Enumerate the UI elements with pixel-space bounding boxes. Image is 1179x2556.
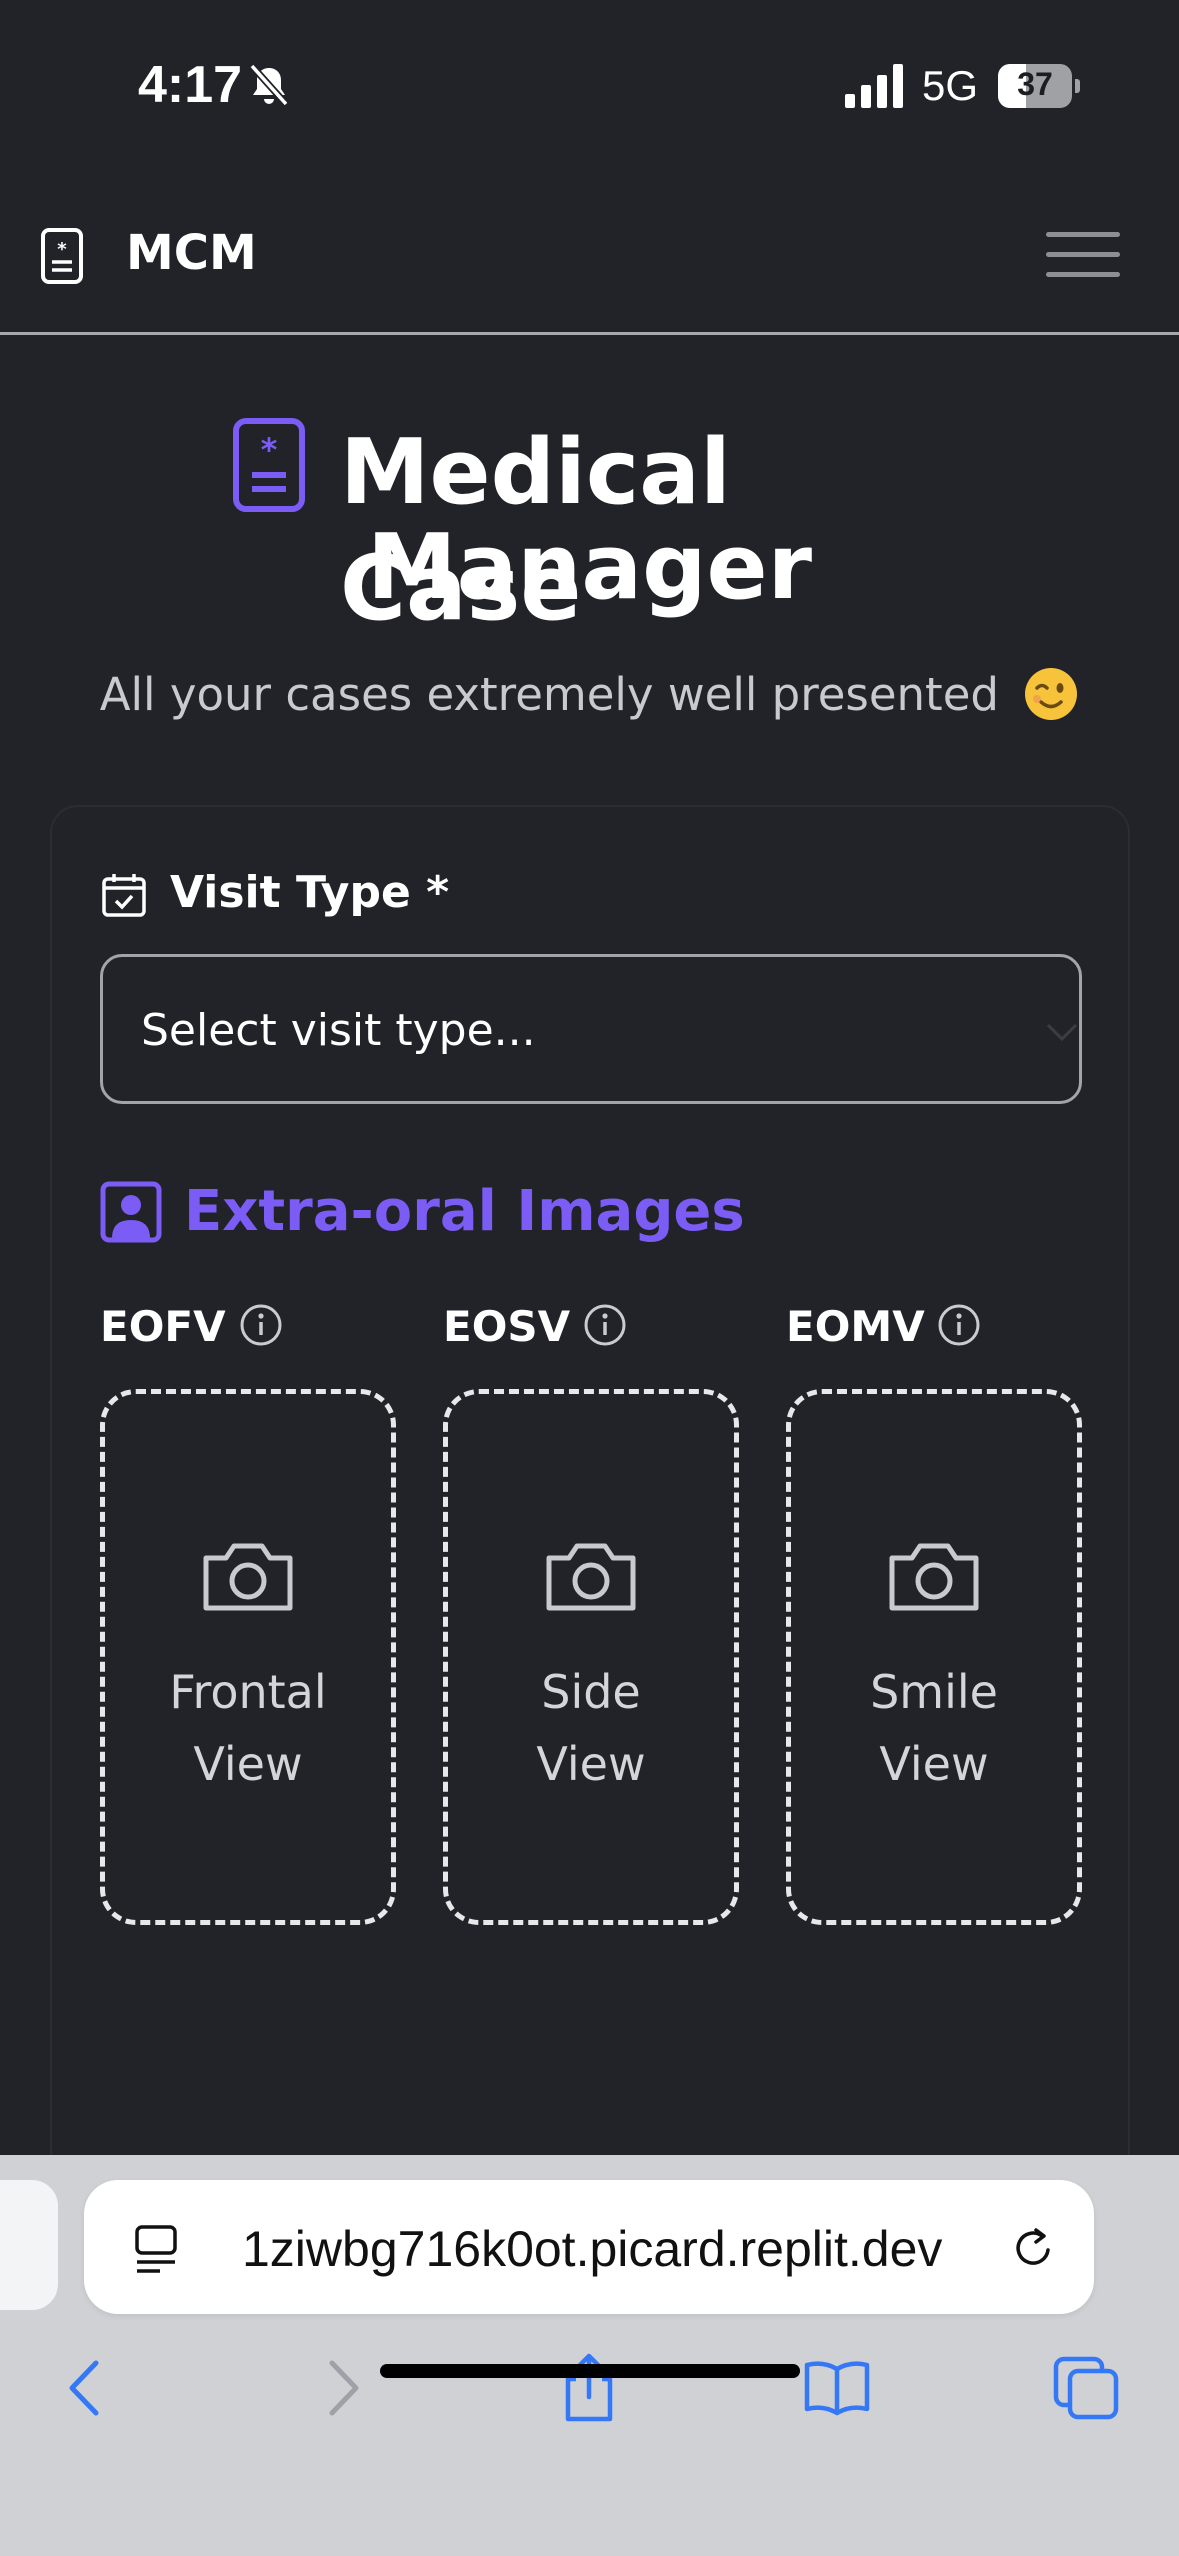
- medical-badge-icon: *: [233, 418, 305, 512]
- battery-indicator: 37: [998, 64, 1080, 108]
- url-text[interactable]: 1ziwbg716k0ot.picard.replit.dev: [242, 2220, 1062, 2278]
- reload-icon[interactable]: [1010, 2224, 1058, 2272]
- status-bar: 4:17 5G 37: [0, 0, 1179, 175]
- case-form-card: Visit Type * Select visit type... Extra-…: [50, 805, 1130, 2225]
- camera-icon: [203, 1543, 293, 1611]
- tile-caption-line1: Smile: [870, 1665, 998, 1719]
- hamburger-icon[interactable]: [1046, 230, 1120, 280]
- upload-smile-view[interactable]: Smile View: [786, 1389, 1082, 1925]
- visit-type-label: Visit Type *: [170, 867, 450, 918]
- page-title-line2: Manager: [367, 515, 812, 620]
- image-code-label: EOSV: [443, 1302, 571, 1351]
- browser-toolbar: 1ziwbg716k0ot.picard.replit.dev: [0, 2155, 1179, 2556]
- info-icon[interactable]: [582, 1302, 628, 1348]
- calendar-check-icon: [102, 874, 146, 917]
- network-type: 5G: [922, 62, 979, 109]
- status-time: 4:17: [138, 56, 243, 114]
- tile-caption-line1: Frontal: [169, 1665, 327, 1719]
- image-code-label: EOFV: [100, 1302, 226, 1351]
- tile-caption-line2: View: [879, 1737, 989, 1791]
- address-bar[interactable]: 1ziwbg716k0ot.picard.replit.dev: [84, 2180, 1094, 2314]
- page-subtitle: All your cases extremely well presented: [0, 668, 1179, 726]
- cellular-signal-icon: [845, 64, 903, 108]
- home-indicator: [380, 2364, 800, 2378]
- info-icon[interactable]: [238, 1302, 284, 1348]
- camera-icon: [546, 1543, 636, 1611]
- chevron-down-icon: [1046, 1023, 1078, 1042]
- image-code-label: EOMV: [786, 1302, 925, 1351]
- camera-icon: [889, 1543, 979, 1611]
- bell-slash-icon: [249, 63, 289, 107]
- visit-type-placeholder: Select visit type...: [141, 1005, 536, 1056]
- upload-frontal-view[interactable]: Frontal View: [100, 1389, 396, 1925]
- section-title: Extra-oral Images: [184, 1179, 745, 1244]
- tabs-icon[interactable]: [1052, 2353, 1122, 2423]
- brand-name[interactable]: MCM: [126, 225, 257, 281]
- tile-caption: Frontal View: [105, 1656, 391, 1800]
- forward-icon[interactable]: [306, 2353, 376, 2423]
- bookmarks-icon[interactable]: [802, 2353, 872, 2423]
- navbar: * MCM: [0, 175, 1179, 335]
- tile-caption-line1: Side: [541, 1665, 641, 1719]
- tile-caption-line2: View: [193, 1737, 303, 1791]
- subtitle-text: All your cases extremely well presented: [99, 668, 999, 721]
- visit-type-select[interactable]: Select visit type...: [100, 954, 1082, 1104]
- person-portrait-icon: [100, 1181, 162, 1243]
- info-icon[interactable]: [936, 1302, 982, 1348]
- back-icon[interactable]: [52, 2353, 122, 2423]
- tile-caption: Side View: [448, 1656, 734, 1800]
- tile-caption: Smile View: [791, 1656, 1077, 1800]
- svg-text:*: *: [261, 431, 278, 469]
- svg-text:*: *: [57, 239, 67, 260]
- tile-caption-line2: View: [536, 1737, 646, 1791]
- battery-level: 37: [1017, 66, 1053, 102]
- page-menu-icon[interactable]: [134, 2224, 180, 2274]
- upload-side-view[interactable]: Side View: [443, 1389, 739, 1925]
- winking-face-emoji: [1025, 668, 1078, 720]
- medical-badge-icon: *: [41, 228, 83, 284]
- previous-tab-peek[interactable]: [0, 2180, 58, 2310]
